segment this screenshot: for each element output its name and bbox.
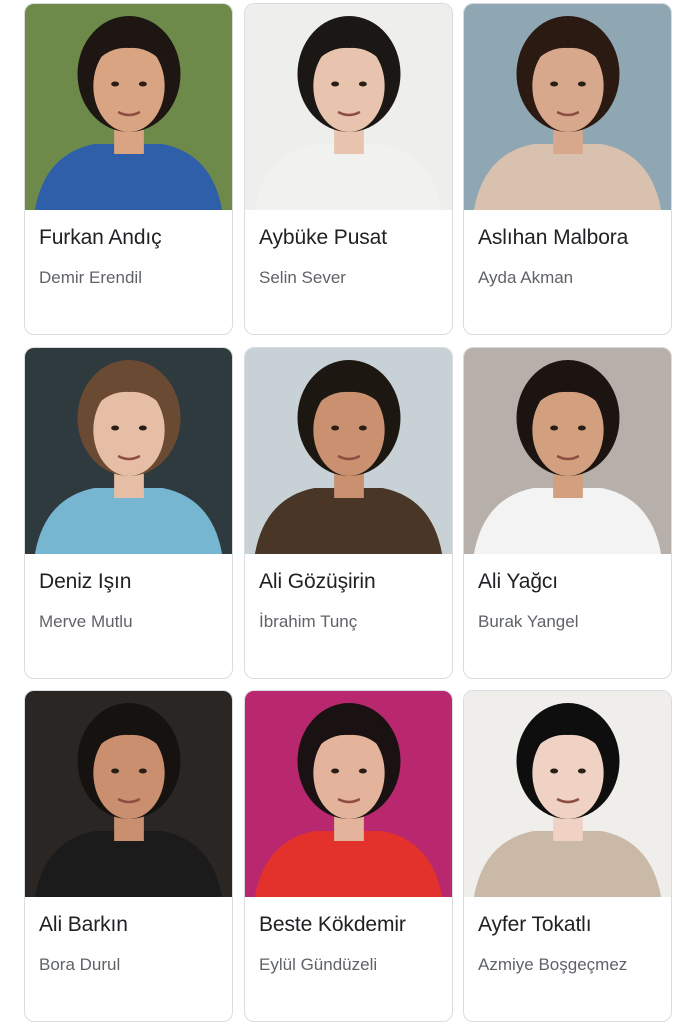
cast-photo [245,691,452,897]
cast-photo [25,348,232,554]
actor-name: Ali Yağcı [478,570,559,593]
character-name: Bora Durul [39,955,121,974]
cast-card[interactable]: Furkan Andıç Demir Erendil [24,3,233,335]
cast-card[interactable]: Beste Kökdemir Eylül Gündüzeli [244,690,453,1022]
character-name: Demir Erendil [39,268,142,287]
character-name: Azmiye Boşgeçmez [478,955,628,974]
character-name: Ayda Akman [478,268,574,287]
cast-card[interactable]: Aybüke Pusat Selin Sever [244,3,453,335]
cast-photo [464,348,671,554]
actor-name: Aslıhan Malbora [478,226,629,249]
actor-name: Deniz Işın [39,570,132,593]
man-sunglasses-brown-coat-image [245,348,452,554]
actor-name: Ali Barkın [39,913,128,936]
man-beard-smiling-image [25,691,232,897]
woman-red-dress-pink-light-image [245,691,452,897]
cast-photo [245,348,452,554]
cast-card[interactable]: Ali Yağcı Burak Yangel [463,347,672,679]
man-blue-jacket-park-image [25,4,232,210]
character-name: Merve Mutlu [39,612,133,631]
cast-card[interactable]: Aslıhan Malbora Ayda Akman [463,3,672,335]
cast-card[interactable]: Ali Gözüşirin İbrahim Tunç [244,347,453,679]
character-name: Eylül Gündüzeli [259,955,378,974]
woman-bangs-striped-top-image [464,691,671,897]
cast-photo [25,691,232,897]
cast-card[interactable]: Ayfer Tokatlı Azmiye Boşgeçmez [463,690,672,1022]
cast-photo [464,691,671,897]
cast-photo [25,4,232,210]
woman-long-hair-hand-on-chin-image [464,4,671,210]
man-white-shirt-image [464,348,671,554]
actor-name: Ayfer Tokatlı [478,913,592,936]
character-name: İbrahim Tunç [259,612,358,631]
cast-photo [245,4,452,210]
cast-card[interactable]: Deniz Işın Merve Mutlu [24,347,233,679]
cast-card[interactable]: Ali Barkın Bora Durul [24,690,233,1022]
woman-curly-hair-white-shirt-image [245,4,452,210]
cast-photo [464,4,671,210]
character-name: Selin Sever [259,268,346,287]
cast-grid: Furkan Andıç Demir Erendil Aybüke Pusat … [0,0,697,1024]
character-name: Burak Yangel [478,612,579,631]
woman-blue-sweater-image [25,348,232,554]
actor-name: Aybüke Pusat [259,226,387,249]
actor-name: Ali Gözüşirin [259,570,376,593]
actor-name: Beste Kökdemir [259,913,406,936]
actor-name: Furkan Andıç [39,226,162,249]
